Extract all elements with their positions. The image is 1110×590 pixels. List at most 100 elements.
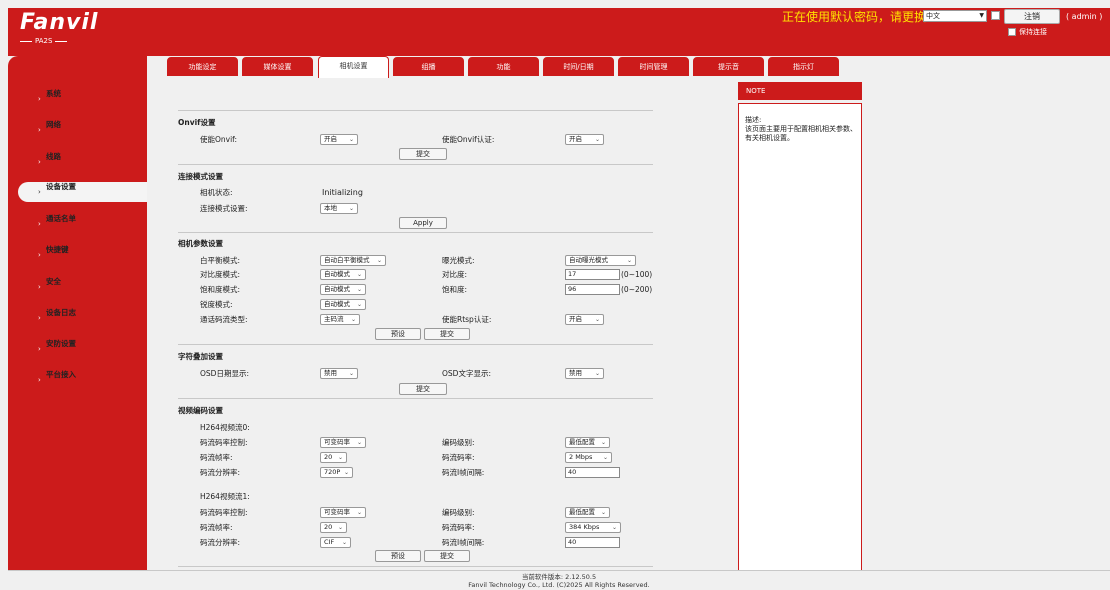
- chevron-right-icon: ›: [38, 220, 41, 228]
- onvif-submit-button[interactable]: 提交: [399, 148, 447, 160]
- video-section-title: 视频编码设置: [178, 406, 223, 415]
- sidebar-item-lines[interactable]: › 线路: [8, 152, 147, 172]
- chevron-down-icon: ⌄: [594, 136, 600, 143]
- osd-section-title: 字符叠加设置: [178, 352, 223, 361]
- chevron-down-icon: ⌄: [350, 316, 356, 323]
- sidebar-item-system[interactable]: › 系统: [8, 89, 147, 109]
- sidebar-item-platform-access[interactable]: › 平台接入: [8, 370, 147, 390]
- chevron-down-icon: ⌄: [356, 509, 362, 516]
- connection-mode-select[interactable]: 本地 ⌄: [320, 203, 358, 214]
- stream0-fps-label: 码流帧率:: [200, 453, 233, 462]
- section-divider: [178, 232, 653, 233]
- rtsp-auth-select[interactable]: 开启 ⌄: [565, 314, 604, 325]
- contrast-input[interactable]: 17: [565, 269, 620, 280]
- sidebar-item-network[interactable]: › 网络: [8, 120, 147, 140]
- sidebar-item-call-list[interactable]: › 通话名单: [8, 214, 147, 234]
- osd-submit-button[interactable]: 提交: [399, 383, 447, 395]
- stream0-resolution-select[interactable]: 720P ⌄: [320, 467, 353, 478]
- chevron-down-icon: ⌄: [356, 301, 362, 308]
- sidebar-item-security[interactable]: › 安全: [8, 277, 147, 297]
- stream1-resolution-value: CIF: [324, 538, 335, 546]
- stream1-rate-ctrl-value: 可变码率: [324, 508, 350, 516]
- saturation-input[interactable]: 96: [565, 284, 620, 295]
- stream1-bitrate-value: 384 Kbps: [569, 523, 600, 531]
- stream0-rate-ctrl-select[interactable]: 可变码率 ⌄: [320, 437, 366, 448]
- connection-apply-button[interactable]: Apply: [399, 217, 447, 229]
- contrast-mode-select[interactable]: 自动模式 ⌄: [320, 269, 366, 280]
- contrast-mode-label: 对比度模式:: [200, 270, 241, 279]
- stream0-iframe-input[interactable]: 40: [565, 467, 620, 478]
- stream0-level-select[interactable]: 最低配置 ⌄: [565, 437, 610, 448]
- sharpness-mode-select[interactable]: 自动模式 ⌄: [320, 299, 366, 310]
- stream1-title: H264视频流1:: [200, 492, 250, 501]
- sidebar-item-device-settings[interactable]: › 设备设置: [18, 182, 147, 202]
- stream0-fps-select[interactable]: 20 ⌄: [320, 452, 347, 463]
- contrast-label: 对比度:: [442, 270, 468, 279]
- language-checkbox[interactable]: [991, 11, 1000, 20]
- chevron-right-icon: ›: [38, 188, 41, 196]
- stream0-bitrate-label: 码流码率:: [442, 453, 475, 462]
- video-preset-button[interactable]: 预设: [375, 550, 421, 562]
- chevron-right-icon: ›: [38, 283, 41, 291]
- enable-onvif-label: 使能Onvif:: [200, 135, 238, 144]
- stream1-fps-value: 20: [324, 523, 333, 531]
- sidebar-item-label: 安全: [46, 277, 61, 286]
- osd-date-select[interactable]: 禁用 ⌄: [320, 368, 358, 379]
- osd-text-select[interactable]: 禁用 ⌄: [565, 368, 604, 379]
- stream0-bitrate-value: 2 Mbps: [569, 453, 593, 461]
- sidebar-item-device-log[interactable]: › 设备日志: [8, 308, 147, 328]
- stream0-level-label: 编码级别:: [442, 438, 475, 447]
- stream1-fps-label: 码流帧率:: [200, 523, 233, 532]
- camera-status-label: 相机状态:: [200, 188, 233, 197]
- stream1-level-select[interactable]: 最低配置 ⌄: [565, 507, 610, 518]
- keep-connected-checkbox[interactable]: [1008, 28, 1016, 36]
- video-submit-button[interactable]: 提交: [424, 550, 470, 562]
- white-balance-label: 白平衡模式:: [200, 256, 241, 265]
- stream0-bitrate-select[interactable]: 2 Mbps ⌄: [565, 452, 612, 463]
- saturation-mode-select[interactable]: 自动模式 ⌄: [320, 284, 366, 295]
- chevron-down-icon: ⌄: [611, 524, 617, 531]
- stream1-bitrate-select[interactable]: 384 Kbps ⌄: [565, 522, 621, 533]
- current-user: ( admin ): [1066, 12, 1103, 21]
- stream0-resolution-value: 720P: [324, 468, 341, 476]
- copyright-text: Fanvil Technology Co., Ltd. (C)2025 All …: [468, 581, 650, 589]
- exposure-mode-value: 自动曝光模式: [569, 256, 608, 264]
- exposure-mode-select[interactable]: 自动曝光模式 ⌄: [565, 255, 636, 266]
- contrast-mode-value: 自动模式: [324, 270, 350, 278]
- sidebar-item-label: 线路: [46, 152, 61, 161]
- stream1-resolution-select[interactable]: CIF ⌄: [320, 537, 351, 548]
- enable-onvif-value: 开启: [324, 135, 337, 143]
- stream1-iframe-input[interactable]: 40: [565, 537, 620, 548]
- chevron-down-icon: ⌄: [337, 454, 343, 461]
- chevron-down-icon: ⌄: [626, 257, 632, 264]
- enable-onvif-auth-select[interactable]: 开启 ⌄: [565, 134, 604, 145]
- white-balance-select[interactable]: 自动白平衡模式 ⌄: [320, 255, 386, 266]
- enable-onvif-auth-value: 开启: [569, 135, 582, 143]
- stream1-rate-ctrl-select[interactable]: 可变码率 ⌄: [320, 507, 366, 518]
- camera-params-submit-button[interactable]: 提交: [424, 328, 470, 340]
- stream-type-select[interactable]: 主码流 ⌄: [320, 314, 360, 325]
- enable-onvif-select[interactable]: 开启 ⌄: [320, 134, 358, 145]
- tab-prompt-tone[interactable]: 提示音: [693, 57, 764, 76]
- stream0-iframe-label: 码流I帧间隔:: [442, 468, 485, 477]
- chevron-right-icon: ›: [38, 376, 41, 384]
- stream1-fps-select[interactable]: 20 ⌄: [320, 522, 347, 533]
- chevron-down-icon: ⌄: [348, 370, 354, 377]
- sidebar-item-label: 安防设置: [46, 339, 76, 348]
- camera-params-preset-button[interactable]: 预设: [375, 328, 421, 340]
- chevron-down-icon: ⌄: [594, 316, 600, 323]
- sidebar-item-label: 通话名单: [46, 214, 76, 223]
- tab-indicator-light[interactable]: 指示灯: [768, 57, 839, 76]
- sidebar-item-security-protection[interactable]: › 安防设置: [8, 339, 147, 359]
- stream1-level-value: 最低配置: [569, 508, 595, 516]
- sidebar-item-label: 系统: [46, 89, 61, 98]
- sidebar-item-shortcuts[interactable]: › 快捷键: [8, 245, 147, 265]
- section-divider: [178, 110, 653, 111]
- logout-button[interactable]: 注销: [1004, 9, 1060, 24]
- language-value: 中文: [926, 12, 940, 20]
- white-balance-value: 自动白平衡模式: [324, 256, 370, 264]
- language-select[interactable]: 中文 ▼: [923, 10, 987, 22]
- stream0-resolution-label: 码流分辨率:: [200, 468, 241, 477]
- camera-status-value: Initializing: [322, 188, 363, 197]
- chevron-down-icon: ▼: [979, 12, 984, 19]
